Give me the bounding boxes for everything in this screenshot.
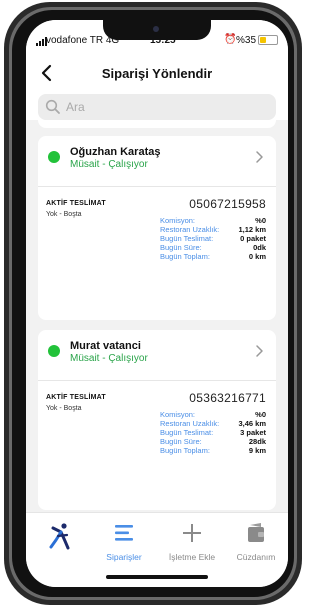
camera-icon — [153, 26, 159, 32]
courier-stats: Komisyon: %0 Restoran Uzaklık: 3,46 km Bug… — [160, 410, 266, 455]
active-delivery-value: Yok - Boşta — [46, 405, 82, 412]
courier-card[interactable]: Murat vatanci Müsait - Çalışıyor AKTİF T… — [38, 330, 276, 510]
stat-label: Bugün Teslimat: — [160, 234, 214, 243]
courier-card[interactable]: Oğuzhan Karataş Müsait - Çalışıyor AKTİF… — [38, 136, 276, 320]
stat-row: Komisyon: %0 — [160, 410, 266, 419]
stat-row: Restoran Uzaklık: 1,12 km — [160, 225, 266, 234]
courier-phone[interactable]: 05363216771 — [189, 391, 266, 405]
stat-value: %0 — [255, 410, 266, 419]
status-dot-icon — [48, 345, 60, 357]
courier-card-header[interactable]: Murat vatanci Müsait - Çalışıyor — [38, 330, 276, 372]
alarm-icon: ⏰ — [224, 34, 237, 45]
courier-stats: Komisyon: %0 Restoran Uzaklık: 1,12 km Bug… — [160, 216, 266, 261]
notch — [103, 20, 211, 40]
stat-row: Bugün Süre: 28dk — [160, 437, 266, 446]
stat-label: Restoran Uzaklık: — [160, 419, 220, 428]
stat-value: 1,12 km — [238, 225, 266, 234]
stat-row: Bugün Toplam: 9 km — [160, 446, 266, 455]
active-delivery-label: AKTİF TESLİMAT — [46, 394, 106, 401]
card-peek — [38, 120, 276, 128]
nav-label: İşletme Ekle — [168, 552, 216, 562]
courier-name: Murat vatanci — [70, 340, 141, 352]
active-delivery-label: AKTİF TESLİMAT — [46, 200, 106, 207]
nav-label: Cüzdanım — [236, 552, 276, 562]
stat-value: 3,46 km — [238, 419, 266, 428]
nav-wallet[interactable]: Cüzdanım — [224, 521, 288, 571]
stat-label: Komisyon: — [160, 410, 196, 419]
stat-row: Bugün Teslimat: 0 paket — [160, 234, 266, 243]
divider — [38, 380, 276, 381]
battery-fill — [260, 37, 266, 43]
chevron-right-icon[interactable] — [254, 150, 264, 167]
nav-orders[interactable]: Siparişler — [92, 521, 156, 571]
courier-phone[interactable]: 05067215958 — [189, 197, 266, 211]
stat-label: Restoran Uzaklık: — [160, 225, 220, 234]
stat-value: 0 paket — [240, 234, 266, 243]
stat-label: Bugün Teslimat: — [160, 428, 214, 437]
list-icon — [115, 525, 133, 541]
phone-screen: vodafone TR 4G 15:25 ⏰ %35 Siparişi Yönl… — [26, 20, 288, 587]
chevron-right-icon[interactable] — [254, 344, 264, 361]
stat-label: Bugün Süre: — [160, 437, 202, 446]
header: Siparişi Yönlendir — [26, 52, 288, 120]
battery-percentage: %35 — [236, 35, 257, 46]
battery-icon — [258, 35, 278, 45]
nav-add-business[interactable]: İşletme Ekle — [160, 521, 224, 571]
courier-name: Oğuzhan Karataş — [70, 146, 161, 158]
nav-home[interactable] — [28, 521, 92, 571]
stat-value: 3 paket — [240, 428, 266, 437]
home-indicator — [106, 575, 208, 579]
status-dot-icon — [48, 151, 60, 163]
active-delivery-value: Yok - Boşta — [46, 211, 82, 218]
bottom-nav: Siparişler İşletme Ekle Cüzdanım — [26, 512, 288, 587]
stat-row: Bugün Toplam: 0 km — [160, 252, 266, 261]
stat-value: 9 km — [248, 446, 266, 455]
search-input[interactable] — [66, 94, 266, 120]
stat-row: Bugün Süre: 0dk — [160, 243, 266, 252]
stat-value: 0 km — [248, 252, 266, 261]
stat-label: Bugün Süre: — [160, 243, 202, 252]
runner-logo-icon — [49, 523, 70, 550]
divider — [38, 186, 276, 187]
plus-icon — [183, 524, 201, 542]
stat-value: %0 — [255, 216, 266, 225]
stat-value: 0dk — [253, 243, 266, 252]
search-bar[interactable] — [38, 94, 276, 120]
page-title: Siparişi Yönlendir — [101, 66, 213, 81]
stat-label: Komisyon: — [160, 216, 196, 225]
wallet-icon — [248, 523, 264, 542]
stat-row: Komisyon: %0 — [160, 216, 266, 225]
courier-list[interactable]: Oğuzhan Karataş Müsait - Çalışıyor AKTİF… — [26, 120, 288, 512]
courier-status: Müsait - Çalışıyor — [70, 159, 148, 170]
stat-label: Bugün Toplam: — [160, 446, 210, 455]
stat-row: Bugün Teslimat: 3 paket — [160, 428, 266, 437]
courier-status: Müsait - Çalışıyor — [70, 353, 148, 364]
stat-row: Restoran Uzaklık: 3,46 km — [160, 419, 266, 428]
stat-label: Bugün Toplam: — [160, 252, 210, 261]
search-icon — [45, 99, 60, 114]
courier-card-header[interactable]: Oğuzhan Karataş Müsait - Çalışıyor — [38, 136, 276, 178]
stat-value: 28dk — [248, 437, 266, 446]
nav-label: Siparişler — [106, 552, 142, 562]
